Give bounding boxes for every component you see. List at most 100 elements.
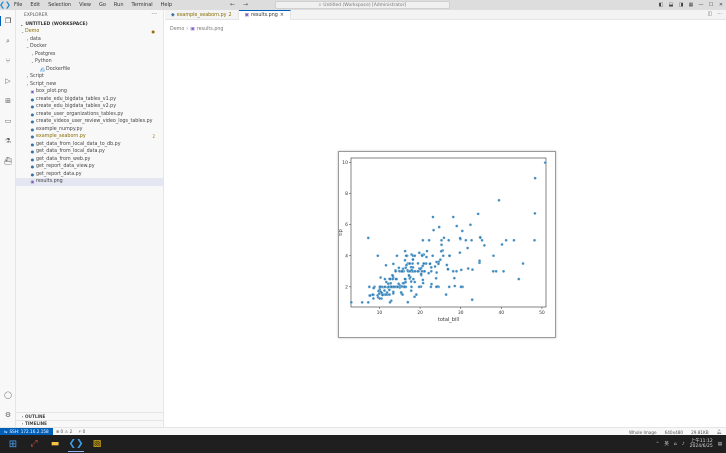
menu-run[interactable]: Run [110, 2, 128, 8]
testing-icon[interactable]: ⚗ [3, 136, 13, 146]
menu-view[interactable]: View [75, 2, 95, 8]
tree-file[interactable]: ● example_seaborn.py 2 [16, 133, 163, 141]
tree-file[interactable]: ● get_data_from_local_data_to_db.py [16, 141, 163, 149]
menu-help[interactable]: Help [157, 2, 176, 8]
tree-item-label: Dockerfile [46, 66, 71, 72]
tree-file[interactable]: ● create_edu_bigdata_tables_v1.py [16, 96, 163, 104]
photos-app-icon[interactable]: ▧ [89, 436, 105, 452]
windows-start-icon[interactable]: ⊞ [5, 436, 21, 452]
command-center-label: Untitled (Workspace) [Administrator] [323, 2, 407, 8]
menu-edit[interactable]: Edit [26, 2, 44, 8]
python-file-icon: ● [30, 141, 35, 147]
breadcrumb-file[interactable]: results.png [197, 27, 224, 32]
tree-file[interactable]: ● create_user_organizations_tables.py [16, 111, 163, 119]
menu-terminal[interactable]: Terminal [128, 2, 157, 8]
menu-file[interactable]: File [10, 2, 26, 8]
tree-folder[interactable]: › Script [16, 73, 163, 81]
minimize-icon[interactable]: — [696, 2, 706, 8]
docker-icon[interactable]: ⛴ [3, 156, 13, 166]
account-icon[interactable]: ◯ [3, 390, 13, 400]
tray-expand-icon[interactable]: ⌃ [656, 442, 660, 447]
scatter-point [458, 236, 462, 240]
tree-file[interactable]: ● get_data_from_local_data.py [16, 148, 163, 156]
scatter-point [391, 291, 395, 295]
menu-go[interactable]: Go [95, 2, 110, 8]
tree-file[interactable]: ● example_numpy.py [16, 126, 163, 134]
image-file-icon: ▣ [30, 179, 35, 185]
pdf-app-icon[interactable]: ⤢ [26, 436, 42, 452]
tree-folder[interactable]: › data [16, 36, 163, 44]
search-activity-icon[interactable]: ⌕ [3, 36, 13, 46]
tree-folder[interactable]: ⌄ Docker [16, 43, 163, 51]
breadcrumb-folder[interactable]: Demo [170, 27, 184, 32]
more-actions-icon[interactable]: ··· [151, 11, 157, 18]
tree-file[interactable]: ▣ box_plot.png [16, 88, 163, 96]
close-icon[interactable]: ✕ [716, 2, 726, 8]
maximize-icon[interactable]: ☐ [706, 2, 716, 8]
timeline-section[interactable]: › TIMELINE [16, 419, 164, 428]
run-debug-icon[interactable]: ▷ [3, 76, 13, 86]
forward-arrow-icon[interactable]: → [243, 1, 248, 8]
volume-icon[interactable]: ♪ [682, 442, 685, 447]
scatter-point [400, 269, 404, 273]
tab-example-seaborn[interactable]: ◆ example_seaborn.py 2 [165, 10, 239, 20]
scatter-point [502, 269, 506, 273]
image-zoom-mode[interactable]: Whole Image [629, 430, 657, 435]
scatter-point [480, 238, 484, 242]
scatter-point [378, 296, 382, 300]
ports-indicator[interactable]: ⚡ 0 [75, 429, 88, 434]
scatter-point [377, 292, 381, 296]
settings-gear-icon[interactable]: ⚙ [3, 410, 13, 420]
notification-center-icon[interactable]: ▤ [718, 442, 722, 447]
editor-more-icon[interactable]: ··· [717, 11, 722, 17]
outline-section[interactable]: › OUTLINE [16, 412, 164, 420]
input-language[interactable]: 英 [664, 441, 669, 447]
tree-folder[interactable]: › Postgres [16, 51, 163, 59]
tab-close-icon[interactable]: × [280, 13, 284, 18]
tree-file[interactable]: ● create_videos_user_review_video_logs_ta… [16, 118, 163, 126]
remote-explorer-icon[interactable]: ▭ [3, 116, 13, 126]
vscode-taskbar-icon[interactable]: ❮❯ [68, 436, 84, 452]
scatter-point [533, 211, 537, 215]
status-bar: ⇋ SSH: 172.16.2.158 ⊗ 0 ⚠ 2 ⚡ 0 Whole Im… [0, 427, 726, 436]
customize-layout-icon[interactable]: ▦ [686, 2, 696, 8]
tree-item-label: Postgres [35, 51, 56, 57]
tree-folder[interactable]: ⌄ Demo ● [16, 28, 163, 36]
scatter-point [476, 212, 480, 216]
explorer-icon[interactable]: ❐ [0, 16, 13, 26]
network-icon[interactable]: ⌂ [674, 442, 677, 447]
clock[interactable]: 上午11:12 2024/6/25 [690, 439, 713, 450]
split-editor-icon[interactable]: ◫ [707, 11, 712, 17]
scatter-point [377, 289, 381, 293]
workspace-section[interactable]: ⌄ UNTITLED (WORKSPACE) [16, 20, 163, 28]
extensions-icon[interactable]: ⊞ [3, 96, 13, 106]
file-explorer-icon[interactable]: ▬ [47, 436, 63, 452]
image-filesize: 29.81KB [691, 429, 709, 435]
scatter-point [532, 238, 537, 242]
toggle-primary-sidebar-icon[interactable]: ◧ [656, 2, 666, 8]
scatter-point [409, 285, 414, 289]
tree-file[interactable]: ● get_report_data.py [16, 171, 163, 179]
tree-file[interactable]: ● create_edu_bigdata_tables_v2.py [16, 103, 163, 111]
back-arrow-icon[interactable]: ← [230, 1, 235, 8]
tree-file[interactable]: ⛴ Dockerfile [16, 66, 163, 74]
source-control-icon[interactable]: ⑂ [3, 56, 13, 66]
tab-results-png[interactable]: ▣ results.png × [238, 10, 291, 20]
scatter-point [447, 238, 451, 242]
tree-file[interactable]: ▣ results.png [16, 178, 163, 186]
toggle-secondary-sidebar-icon[interactable]: ◨ [676, 2, 686, 8]
problems-indicator[interactable]: ⊗ 0 ⚠ 2 [53, 429, 76, 434]
scatter-point [451, 215, 455, 219]
scatter-point [478, 236, 482, 240]
menu-selection[interactable]: Selection [44, 2, 75, 8]
tree-folder[interactable]: ⌄ Python [16, 58, 163, 66]
scatter-point [408, 262, 412, 266]
tree-file[interactable]: ● get_report_data_view.py [16, 163, 163, 171]
toggle-panel-icon[interactable]: ⬓ [666, 2, 676, 8]
tree-file[interactable]: ● get_data_from_web.py [16, 156, 163, 164]
scatter-point [404, 254, 408, 258]
command-center[interactable]: ⌕ Untitled (Workspace) [Administrator] [275, 1, 450, 9]
remote-label: SSH: 172.16.2.158 [9, 429, 49, 434]
scatter-point [360, 300, 364, 304]
tree-folder[interactable]: › Script_new [16, 81, 163, 89]
